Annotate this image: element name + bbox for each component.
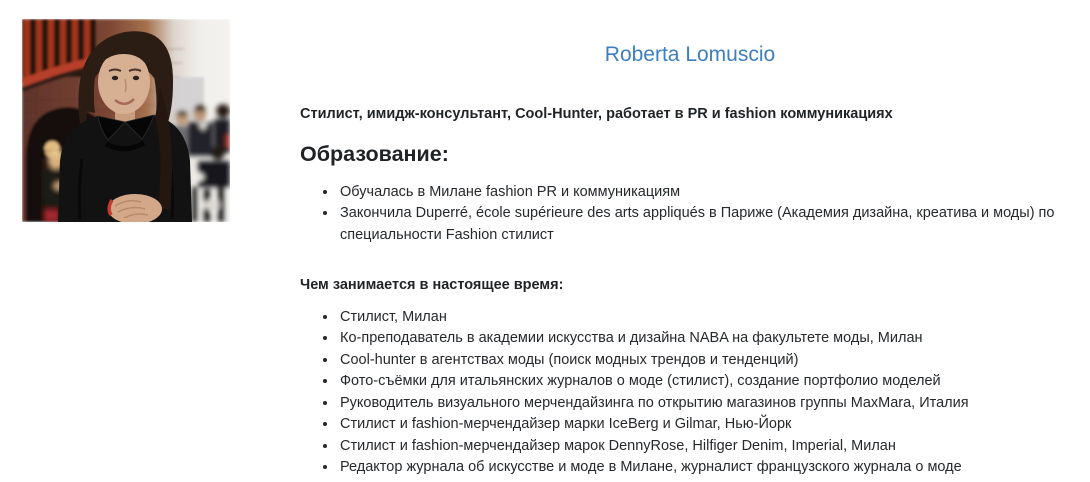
profile-photo: [22, 19, 230, 222]
list-item: Редактор журнала об искусстве и моде в М…: [338, 457, 1080, 479]
intro-text: Стилист, имидж-консультант, Cool-Hunter,…: [300, 104, 1080, 124]
list-item: Руководитель визуального мерчендайзинга …: [338, 393, 1080, 415]
list-item: Стилист и fashion-мерчендайзер марки Ice…: [338, 414, 1080, 436]
list-item: Фото-съёмки для итальянских журналов о м…: [338, 371, 1080, 393]
list-item: Стилист, Милан: [338, 307, 1080, 329]
article-content: Roberta Lomuscio Стилист, имидж-консульт…: [300, 0, 1080, 479]
list-item: Стилист и fashion-мерчендайзер марок Den…: [338, 436, 1080, 458]
article-page: Roberta Lomuscio Стилист, имидж-консульт…: [0, 0, 1090, 482]
current-activities-heading: Чем занимается в настоящее время:: [300, 275, 1080, 295]
list-item: Закончила Duperré, école supérieure des …: [338, 203, 1080, 246]
page-title: Roberta Lomuscio: [300, 44, 1080, 66]
list-item: Обучалась в Милане fashion PR и коммуник…: [338, 182, 1080, 204]
education-list: Обучалась в Милане fashion PR и коммуник…: [300, 182, 1080, 247]
current-activities-list: Стилист, МиланКо-преподаватель в академи…: [300, 307, 1080, 479]
education-heading: Образование:: [300, 143, 1080, 166]
profile-photo-illustration: [22, 19, 230, 222]
list-item: Ко-преподаватель в академии искусства и …: [338, 328, 1080, 350]
list-item: Cool-hunter в агентствах моды (поиск мод…: [338, 350, 1080, 372]
